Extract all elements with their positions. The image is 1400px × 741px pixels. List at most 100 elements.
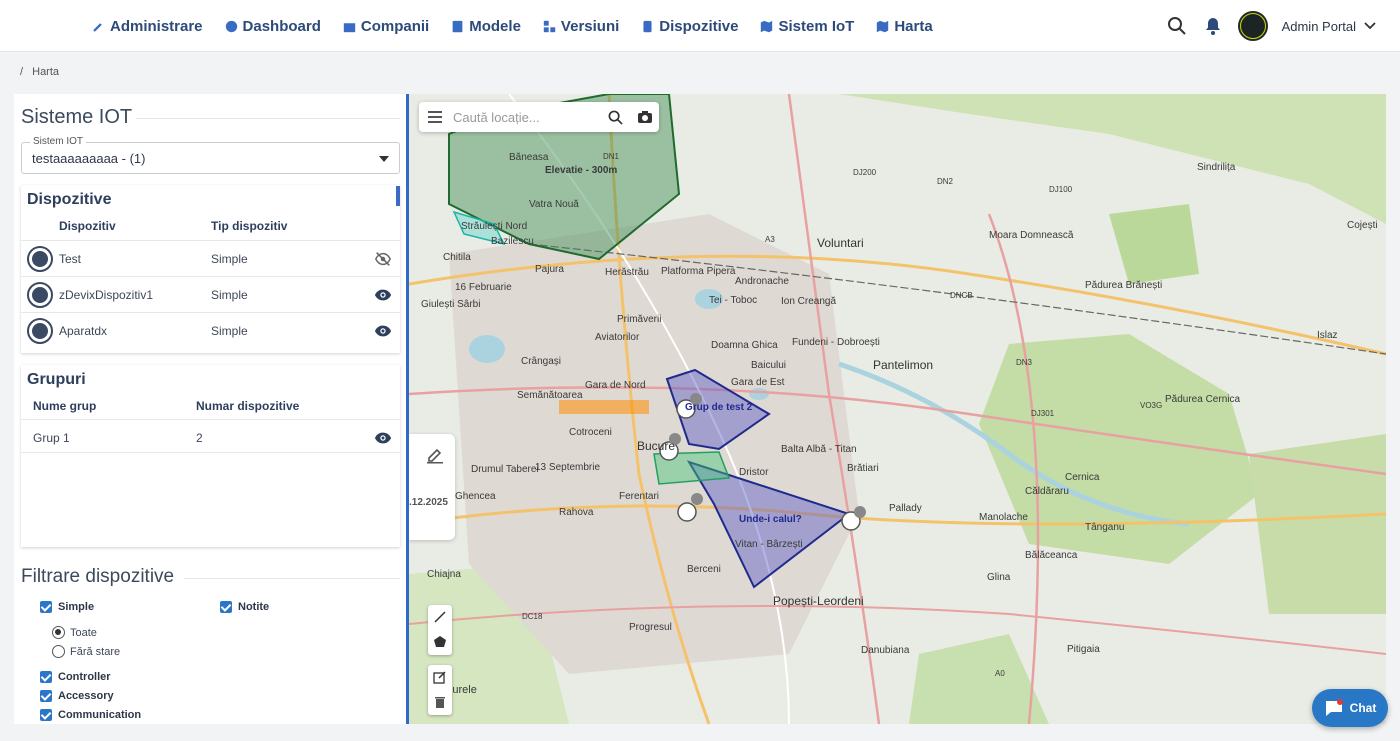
map-label: Baicului: [751, 360, 787, 371]
col-type: Tip dispozitiv: [211, 219, 288, 233]
table-row[interactable]: zDevixDispozitiv1 Simple: [21, 276, 400, 312]
left-panel-scroll[interactable]: Sisteme IOT Sistem IOT testaaaaaaaaa - (…: [14, 94, 406, 724]
map-label: Giulești Sârbi: [421, 299, 481, 310]
devices-card: Dispozitive Dispozitiv Tip dispozitiv Te…: [21, 185, 400, 353]
device-name: Aparatdx: [59, 324, 108, 338]
checkbox-checked[interactable]: [40, 709, 52, 721]
nav-dispozitive[interactable]: Dispozitive: [641, 18, 738, 35]
chat-icon: [1325, 699, 1343, 716]
radio-toate[interactable]: Toate: [52, 626, 97, 639]
nav-companii[interactable]: Companii: [343, 18, 429, 35]
map-label: Pădurea Brănești: [1085, 280, 1163, 291]
checkbox-checked[interactable]: [40, 601, 52, 613]
user-menu[interactable]: Admin Portal: [1282, 19, 1376, 34]
radio-label: Fără stare: [70, 645, 121, 658]
road-label: DJ100: [1049, 185, 1073, 194]
filter-label: Communication: [58, 709, 142, 721]
map-label: Chiajna: [427, 569, 461, 580]
device-type: Simple: [211, 288, 248, 302]
pencil-icon: [93, 22, 102, 31]
table-row[interactable]: Test Simple: [21, 240, 400, 276]
device-name: zDevixDispozitiv1: [59, 288, 154, 302]
map-view[interactable]: Voluntari Pantelimon Bucure Popești-Leor…: [409, 94, 1386, 724]
groups-card: Grupuri Nume grup Numar dispozitive Grup…: [21, 365, 400, 547]
road-label: DJ301: [1031, 409, 1055, 418]
nav-harta[interactable]: Harta: [876, 17, 933, 35]
map-label: Crângași: [521, 356, 562, 367]
search-icon[interactable]: [1166, 15, 1188, 37]
radio-fara-stare[interactable]: Fără stare: [52, 645, 120, 658]
nav-modele[interactable]: Modele: [451, 18, 521, 35]
breadcrumb-separator: /: [20, 66, 24, 78]
map-label: Bălăceanca: [1025, 550, 1078, 561]
select-value: testaaaaaaaaa - (1): [32, 151, 146, 166]
menu-icon[interactable]: [428, 111, 442, 123]
camera-icon[interactable]: [637, 110, 653, 124]
map-label: Semănătoarea: [517, 390, 583, 401]
map-label: Tei - Toboc: [709, 295, 758, 306]
chevron-down-icon: [1364, 22, 1376, 30]
checkbox-checked[interactable]: [40, 671, 52, 683]
eye-off-icon[interactable]: [374, 250, 392, 268]
device-icon: [27, 282, 53, 308]
map-label: Pitigaia: [1067, 644, 1100, 655]
filter-accessory[interactable]: Accessory: [40, 690, 114, 702]
search-input[interactable]: Caută locație...: [453, 110, 540, 125]
map-label: Cojești: [1347, 220, 1378, 231]
nav-versiuni[interactable]: Versiuni: [543, 18, 619, 35]
trash-icon[interactable]: [433, 695, 447, 709]
map-label: Dristor: [739, 467, 769, 478]
nav-sistem-iot[interactable]: Sistem IoT: [760, 18, 854, 35]
road-label: DNCB: [950, 291, 973, 300]
nav-dashboard[interactable]: Dashboard: [225, 18, 321, 35]
nav-label: Harta: [894, 17, 933, 35]
nav-administrare[interactable]: Administrare: [92, 18, 203, 35]
draw-toolbar: [428, 605, 452, 655]
filter-label: Controller: [58, 671, 111, 683]
device-type: Simple: [211, 324, 248, 338]
radio-selected[interactable]: [52, 626, 65, 639]
search-icon[interactable]: [608, 110, 623, 125]
eye-icon[interactable]: [374, 286, 392, 304]
edit-layers-icon[interactable]: [433, 670, 447, 684]
map-label: Băneasa: [509, 152, 549, 163]
map-label: Progresul: [629, 622, 672, 633]
filter-simple[interactable]: Simple: [40, 601, 94, 613]
edit-icon[interactable]: [426, 446, 444, 464]
map-label: Vitan - Bârzești: [735, 539, 803, 550]
radio-unselected[interactable]: [52, 645, 65, 658]
filter-label: Notite: [238, 601, 270, 613]
dashboard-icon: [225, 20, 237, 32]
map-label: Aviatorilor: [595, 332, 640, 343]
map-search[interactable]: Caută locație...: [419, 102, 659, 132]
polygon-label: Elevatie - 300m: [545, 165, 618, 176]
map-label: Cotroceni: [569, 427, 612, 438]
groups-title: Grupuri: [27, 371, 86, 388]
iot-system-select[interactable]: Sistem IOT testaaaaaaaaa - (1): [21, 136, 400, 174]
eye-icon[interactable]: [374, 429, 392, 447]
table-row[interactable]: Grup 1 2: [21, 419, 400, 453]
table-row[interactable]: Aparatdx Simple: [21, 312, 400, 348]
checkbox-checked[interactable]: [40, 690, 52, 702]
polygon-label: Unde-i calul?: [739, 514, 802, 525]
nav-label: Companii: [360, 17, 430, 35]
breadcrumb-current[interactable]: Harta: [32, 66, 59, 78]
map-label: Ferentari: [619, 491, 660, 502]
nav-label: Dashboard: [242, 17, 321, 35]
chat-button[interactable]: Chat: [1312, 689, 1388, 727]
filter-communication[interactable]: Communication: [40, 709, 141, 721]
filter-notite[interactable]: Notite: [220, 601, 269, 613]
filter-controller[interactable]: Controller: [40, 671, 111, 683]
top-navbar: Administrare Dashboard Companii Modele V…: [0, 0, 1400, 52]
bell-icon[interactable]: [1202, 15, 1224, 37]
map-label: Cernica: [1065, 472, 1100, 483]
polygon-icon[interactable]: [433, 635, 447, 649]
map-side-tab[interactable]: .12.2025: [409, 434, 455, 540]
avatar[interactable]: [1237, 11, 1268, 41]
polyline-icon[interactable]: [433, 610, 447, 624]
scrollbar-thumb[interactable]: [396, 186, 400, 206]
chat-label: Chat: [1349, 701, 1377, 715]
eye-icon[interactable]: [374, 322, 392, 340]
checkbox-checked[interactable]: [220, 601, 232, 613]
filter-label: Accessory: [58, 690, 114, 702]
